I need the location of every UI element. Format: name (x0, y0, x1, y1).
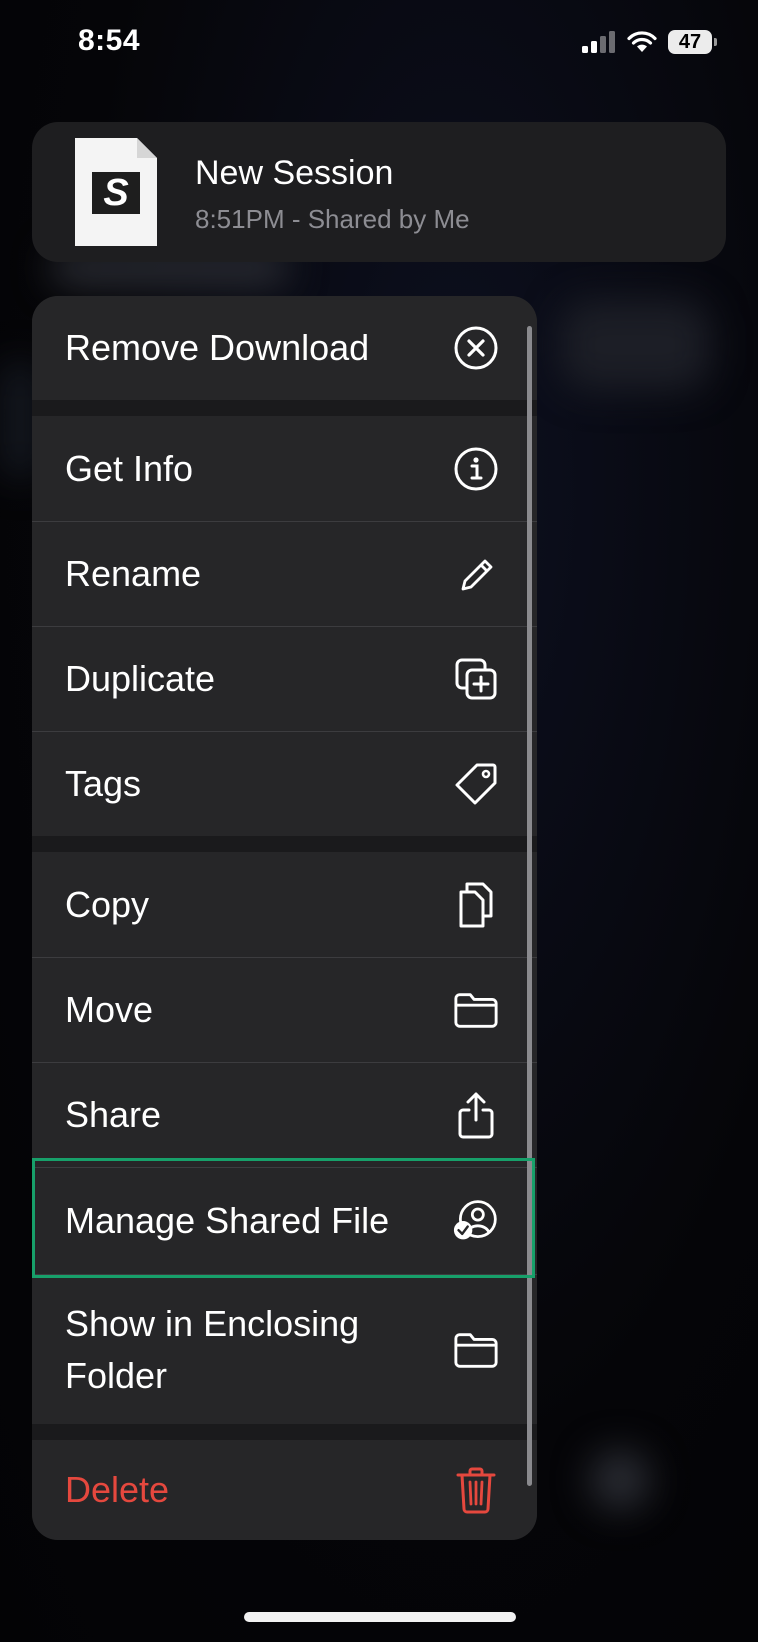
menu-item-label: Get Info (65, 447, 194, 489)
menu-item-label-line: Folder (65, 1354, 168, 1396)
battery-level: 47 (678, 30, 702, 53)
menu-item-label: Remove Download (65, 327, 370, 368)
folder-icon (453, 1327, 499, 1373)
menu-item-duplicate[interactable]: Duplicate (32, 626, 537, 731)
trash-icon (453, 1467, 499, 1514)
menu-item-show-in-enclosing-folder[interactable]: Show in Enclosing Folder (32, 1274, 537, 1424)
file-title: New Session (195, 154, 394, 192)
pencil-icon (453, 551, 499, 597)
scroll-indicator[interactable] (527, 326, 532, 1486)
menu-item-label: Duplicate (65, 658, 216, 699)
menu-item-label: Copy (65, 883, 150, 925)
menu-item-label: Tags (65, 763, 142, 804)
menu-section-gap (32, 836, 537, 852)
menu-item-move[interactable]: Move (32, 957, 537, 1062)
background-blur (560, 300, 710, 390)
home-indicator[interactable] (244, 1612, 516, 1622)
menu-section-gap (32, 400, 537, 416)
background-blur (590, 1450, 650, 1510)
thumbnail-letter: S (103, 171, 129, 214)
battery-indicator: 47 (668, 30, 717, 54)
menu-item-label: Rename (65, 553, 202, 594)
person-crop-circle-badge-checkmark-icon (453, 1198, 499, 1244)
screen: 8:54 47 S New Session 8:51PM - Shared by… (0, 0, 758, 1642)
cellular-signal-icon (582, 31, 615, 53)
menu-item-label: Manage Shared File (65, 1200, 390, 1241)
doc-on-doc-icon (453, 882, 499, 928)
info-circle-icon (453, 446, 499, 492)
status-bar: 8:54 47 (0, 0, 758, 90)
menu-item-share[interactable]: Share (32, 1062, 537, 1167)
menu-section-gap (32, 1424, 537, 1440)
menu-item-tags[interactable]: Tags (32, 731, 537, 836)
xmark-circle-icon (453, 325, 499, 371)
menu-item-label: Delete (65, 1469, 170, 1510)
file-subtitle: 8:51PM - Shared by Me (195, 204, 470, 234)
status-icons: 47 (582, 30, 717, 54)
folder-icon (453, 987, 499, 1033)
tag-icon (453, 761, 499, 807)
menu-item-remove-download[interactable]: Remove Download (32, 296, 537, 400)
menu-item-get-info[interactable]: Get Info (32, 416, 537, 521)
plus-square-on-square-icon (453, 656, 499, 702)
menu-item-rename[interactable]: Rename (32, 521, 537, 626)
menu-item-label: Show in Enclosing Folder (65, 1298, 359, 1402)
wifi-icon (627, 31, 657, 52)
file-preview-card[interactable]: S New Session 8:51PM - Shared by Me (32, 122, 726, 262)
share-icon (453, 1092, 499, 1139)
menu-item-label-line: Show in Enclosing (65, 1302, 360, 1344)
menu-item-label: Move (65, 989, 154, 1030)
context-menu: Remove Download Get Info Rename Duplicat… (32, 296, 537, 1540)
menu-item-delete[interactable]: Delete (32, 1440, 537, 1540)
menu-item-copy[interactable]: Copy (32, 852, 537, 957)
menu-item-manage-shared-file[interactable]: Manage Shared File (32, 1167, 537, 1274)
menu-item-label: Share (65, 1094, 162, 1135)
status-time: 8:54 (78, 24, 141, 57)
